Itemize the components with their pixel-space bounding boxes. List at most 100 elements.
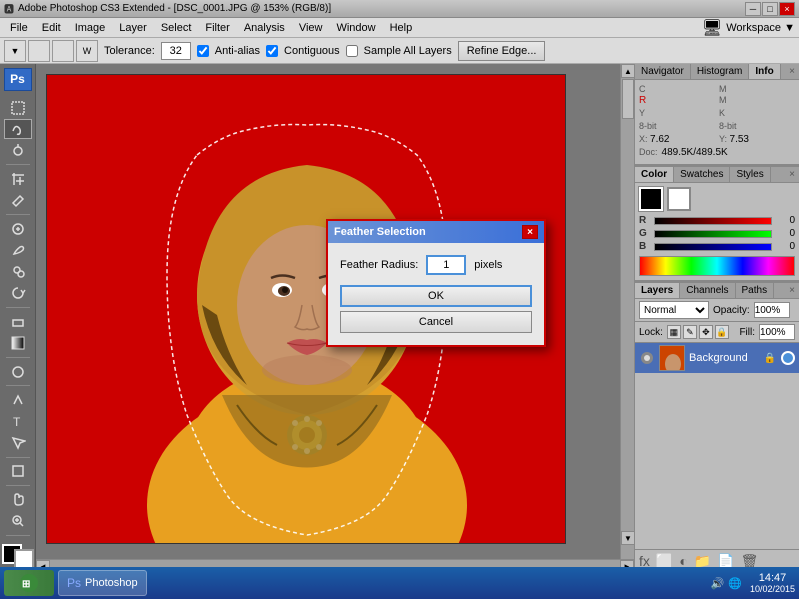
- lock-transparent-icon[interactable]: ▦: [667, 325, 681, 339]
- menu-layer[interactable]: Layer: [113, 20, 153, 36]
- tool-hand[interactable]: [4, 490, 32, 510]
- layer-visibility-icon[interactable]: [639, 350, 655, 366]
- canvas-area[interactable]: Feather Selection × Feather Radius: pixe…: [36, 64, 620, 559]
- tool-gradient[interactable]: [4, 333, 32, 353]
- spectrum-bar[interactable]: [639, 256, 795, 276]
- left-toolbar: Ps: [0, 64, 36, 573]
- tool-icon-1: [28, 40, 50, 62]
- tool-dodge[interactable]: [4, 362, 32, 382]
- opacity-row: Opacity:: [713, 302, 790, 318]
- feather-dialog-close[interactable]: ×: [522, 225, 538, 239]
- tool-eraser[interactable]: [4, 312, 32, 332]
- scroll-down-arrow[interactable]: ▼: [621, 531, 635, 545]
- b-label: B: [639, 241, 651, 252]
- g-slider[interactable]: [654, 230, 772, 238]
- lock-position-icon[interactable]: ✥: [699, 325, 713, 339]
- menu-select[interactable]: Select: [155, 20, 198, 36]
- tool-pen[interactable]: [4, 390, 32, 410]
- start-button[interactable]: ⊞: [4, 570, 54, 596]
- blend-mode-select[interactable]: Normal Multiply Screen: [639, 301, 709, 319]
- foreground-color[interactable]: [2, 544, 34, 569]
- scroll-thumb[interactable]: [622, 79, 634, 119]
- close-btn[interactable]: ×: [779, 2, 795, 16]
- tray-icon-2: 🌐: [728, 577, 742, 590]
- feather-radius-input[interactable]: [426, 255, 466, 275]
- x-value: 7.62: [650, 134, 669, 145]
- bg-color-swatch[interactable]: [667, 187, 691, 211]
- tool-magic-wand[interactable]: [4, 141, 32, 161]
- tab-layers[interactable]: Layers: [635, 283, 680, 298]
- b-slider[interactable]: [654, 243, 772, 251]
- lock-row: Lock: ▦ ✎ ✥ 🔒 Fill:: [635, 322, 799, 343]
- tool-clone[interactable]: [4, 262, 32, 282]
- opacity-input[interactable]: [754, 302, 790, 318]
- tab-channels[interactable]: Channels: [680, 283, 735, 298]
- menu-view[interactable]: View: [293, 20, 329, 36]
- taskbar-photoshop[interactable]: Ps Photoshop: [58, 570, 147, 596]
- tab-info[interactable]: Info: [749, 64, 780, 79]
- tool-history[interactable]: [4, 284, 32, 304]
- c-value: R: [639, 95, 646, 106]
- tolerance-input[interactable]: [161, 42, 191, 60]
- vertical-scrollbar[interactable]: ▲ ▼: [620, 64, 634, 559]
- sample-all-checkbox[interactable]: [346, 45, 358, 57]
- refine-edge-btn[interactable]: Refine Edge...: [458, 41, 546, 61]
- tool-brush[interactable]: [4, 241, 32, 261]
- info-depth-1: 8-bit: [639, 121, 715, 132]
- color-panel-close[interactable]: ×: [785, 167, 799, 182]
- sample-all-label: Sample All Layers: [364, 45, 452, 57]
- anti-alias-checkbox[interactable]: [197, 45, 209, 57]
- info-row-cm: C R M M: [639, 84, 795, 106]
- tab-histogram[interactable]: Histogram: [691, 64, 750, 79]
- fill-input[interactable]: [759, 324, 795, 340]
- tool-spot-heal[interactable]: [4, 219, 32, 239]
- tool-path-select[interactable]: [4, 433, 32, 453]
- tab-color[interactable]: Color: [635, 167, 674, 182]
- contiguous-checkbox[interactable]: [266, 45, 278, 57]
- tool-crop[interactable]: [4, 169, 32, 189]
- tool-lasso[interactable]: [4, 119, 32, 139]
- menu-window[interactable]: Window: [330, 20, 381, 36]
- m-label: M: [719, 84, 727, 94]
- minimize-btn[interactable]: ─: [745, 2, 761, 16]
- tool-text[interactable]: T: [4, 412, 32, 432]
- tool-zoom[interactable]: [4, 511, 32, 531]
- cancel-button[interactable]: Cancel: [340, 311, 532, 333]
- tool-preset-icon[interactable]: ▼: [4, 40, 26, 62]
- tab-swatches[interactable]: Swatches: [674, 167, 730, 182]
- tool-icon-3: W: [76, 40, 98, 62]
- feather-dialog-title: Feather Selection ×: [328, 221, 544, 243]
- menu-analysis[interactable]: Analysis: [238, 20, 291, 36]
- title-bar-left: 🅰 Adobe Photoshop CS3 Extended - [DSC_00…: [4, 1, 331, 16]
- menu-filter[interactable]: Filter: [199, 20, 235, 36]
- workspace-label[interactable]: Workspace ▼: [726, 22, 795, 34]
- tool-marquee[interactable]: [4, 98, 32, 118]
- canvas-and-vscroll: Feather Selection × Feather Radius: pixe…: [36, 64, 634, 559]
- title-bar-title: Adobe Photoshop CS3 Extended - [DSC_0001…: [18, 3, 331, 14]
- tab-paths[interactable]: Paths: [736, 283, 775, 298]
- maximize-btn[interactable]: □: [762, 2, 778, 16]
- menu-edit[interactable]: Edit: [36, 20, 67, 36]
- ok-button[interactable]: OK: [340, 285, 532, 307]
- lock-image-icon[interactable]: ✎: [683, 325, 697, 339]
- tool-options-icons: ▼ W: [4, 40, 98, 62]
- title-bar-controls[interactable]: ─ □ ×: [745, 2, 795, 16]
- lock-all-icon[interactable]: 🔒: [715, 325, 729, 339]
- tab-styles[interactable]: Styles: [730, 167, 770, 182]
- r-label: R: [639, 215, 651, 226]
- menu-image[interactable]: Image: [69, 20, 112, 36]
- tab-navigator[interactable]: Navigator: [635, 64, 691, 79]
- scroll-up-arrow[interactable]: ▲: [621, 64, 635, 78]
- tool-eyedropper[interactable]: [4, 191, 32, 211]
- info-col-y: Y: [639, 108, 715, 119]
- tool-shape[interactable]: [4, 461, 32, 481]
- color-swatches-row: [639, 187, 795, 211]
- layer-item-background[interactable]: Background 🔒: [635, 343, 799, 373]
- menu-help[interactable]: Help: [384, 20, 419, 36]
- doc-label: Doc:: [639, 147, 658, 158]
- r-slider[interactable]: [654, 217, 772, 225]
- layers-panel-close[interactable]: ×: [785, 283, 799, 298]
- menu-file[interactable]: File: [4, 20, 34, 36]
- info-panel-close[interactable]: ×: [785, 64, 799, 79]
- fg-color-swatch[interactable]: [639, 187, 663, 211]
